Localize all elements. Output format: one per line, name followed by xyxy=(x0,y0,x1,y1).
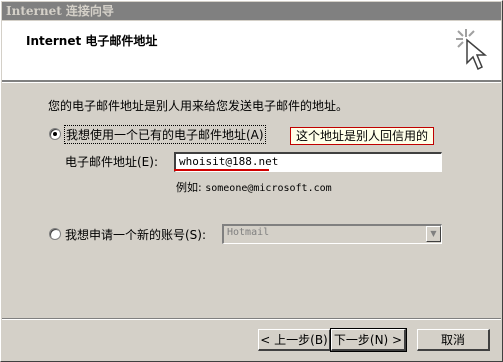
example-address: someone@microsoft.com xyxy=(205,183,332,194)
header-divider xyxy=(2,81,501,83)
new-account-radio[interactable] xyxy=(49,228,61,240)
page-title: Internet 电子邮件地址 xyxy=(26,34,158,48)
next-button[interactable]: 下一步(N) > xyxy=(330,328,407,352)
new-account-label[interactable]: 我想申请一个新的账号(S): xyxy=(65,226,206,243)
cancel-button[interactable]: 取消 xyxy=(417,329,490,351)
wizard-header: Internet 电子邮件地址 xyxy=(2,21,501,81)
example-prefix: 例如: xyxy=(176,181,202,194)
annotation-underline xyxy=(174,169,269,171)
example-text: 例如: someone@microsoft.com xyxy=(176,179,332,195)
provider-select[interactable]: Hotmail ▼ xyxy=(222,224,442,244)
provider-select-value: Hotmail xyxy=(227,227,270,238)
footer-divider xyxy=(2,318,501,320)
email-address-label: 电子邮件地址(E): xyxy=(65,155,158,169)
intro-text: 您的电子邮件地址是别人用来给您发送电子邮件的地址。 xyxy=(48,99,349,113)
back-button[interactable]: < 上一步(B) xyxy=(258,329,331,351)
wizard-window: Internet 连接向导 Internet 电子邮件地址 您的电子邮件地址是别… xyxy=(0,0,503,362)
use-existing-address-radio[interactable] xyxy=(49,128,61,140)
wizard-sparkle-cursor-icon xyxy=(456,29,488,71)
annotation-callout: 这个地址是别人回信用的 xyxy=(290,127,434,145)
window-title: Internet 连接向导 xyxy=(2,2,501,20)
chevron-down-icon[interactable]: ▼ xyxy=(426,226,441,242)
use-existing-address-label[interactable]: 我想使用一个已有的电子邮件地址(A) xyxy=(64,125,266,144)
